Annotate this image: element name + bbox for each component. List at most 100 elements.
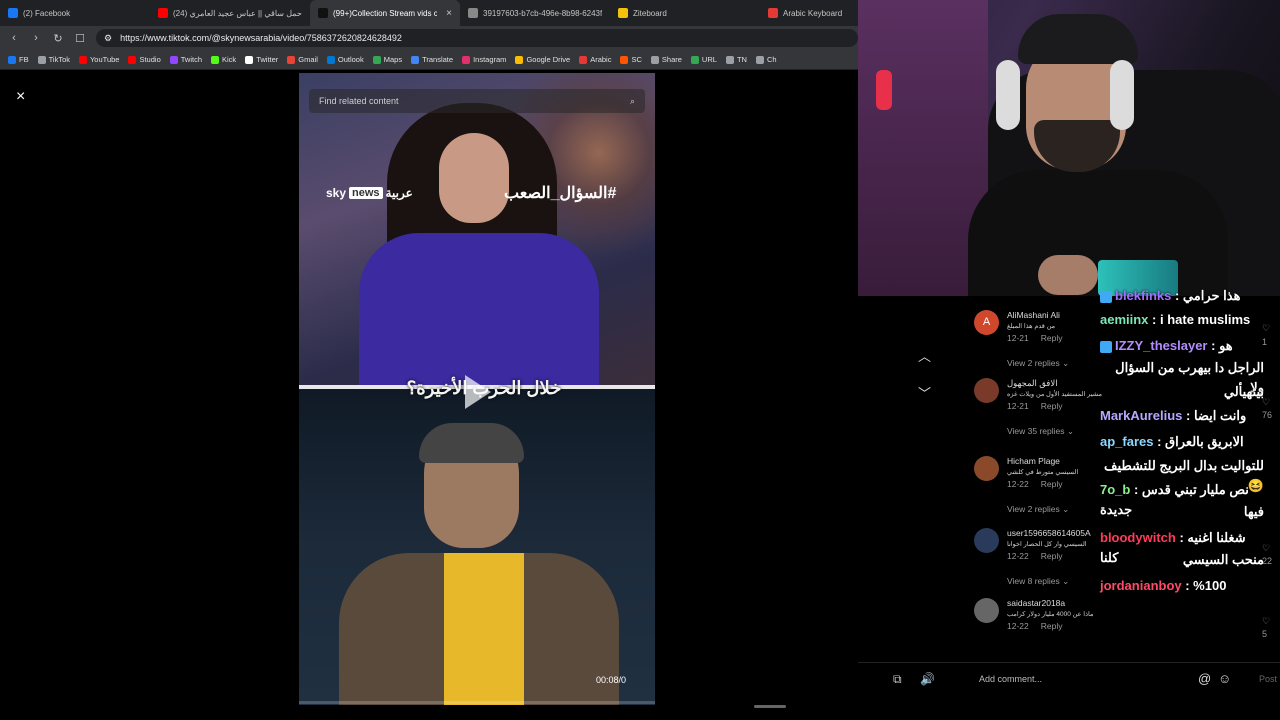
bookmark-label: Maps	[383, 55, 403, 64]
tab-favicon-icon	[768, 8, 778, 18]
comment-username[interactable]: user1596658614605A	[1007, 528, 1091, 538]
search-icon[interactable]: ⌕	[630, 96, 635, 107]
bookmark-13[interactable]: Arabic	[579, 55, 611, 64]
comment-username[interactable]: AliMashani Ali	[1007, 310, 1060, 320]
chat-username[interactable]: blekfinks	[1115, 288, 1171, 303]
emoji-icon[interactable]: ☺	[1218, 671, 1231, 686]
comment-username[interactable]: الافق المجهول	[1007, 378, 1058, 389]
guest-shirt	[444, 553, 524, 705]
comment-date: 12-22	[1007, 479, 1029, 489]
tab-2[interactable]: (99+)Collection Stream vids crea ×	[310, 0, 460, 26]
tab-4[interactable]: Ziteboard	[610, 0, 760, 26]
bookmark-5[interactable]: Kick	[211, 55, 236, 64]
view-replies-button[interactable]: View 35 replies ⌄	[1007, 426, 1074, 437]
comment-username[interactable]: saidastar2018a	[1007, 598, 1065, 608]
find-related-search[interactable]: Find related content ⌕	[309, 89, 645, 113]
bookmark-11[interactable]: Instagram	[462, 55, 506, 64]
chat-username[interactable]: IZZY_theslayer	[1115, 338, 1208, 353]
anchor-body	[359, 233, 599, 393]
volume-icon[interactable]: 🔊	[920, 672, 935, 686]
anchor-face	[439, 133, 509, 223]
site-info-icon[interactable]: ⚙	[104, 33, 112, 44]
bookmark-18[interactable]: Ch	[755, 55, 777, 64]
back-icon[interactable]: ‹	[8, 32, 20, 44]
mention-icon[interactable]: @	[1198, 671, 1211, 686]
url-field[interactable]: ⚙ https://www.tiktok.com/@skynewsarabia/…	[96, 29, 858, 47]
chat-username[interactable]: ap_fares	[1100, 434, 1153, 449]
reply-button[interactable]: Reply	[1041, 401, 1063, 411]
tab-1[interactable]: (24) احمل ساقي || عباس عجيد العامري	[150, 0, 310, 26]
avatar[interactable]	[974, 598, 999, 623]
chevron-down-icon[interactable]: ﹀	[918, 383, 931, 402]
tab-favicon-icon	[318, 8, 328, 18]
bookmark-favicon-icon	[326, 55, 335, 64]
tab-3[interactable]: 39197603-b7cb-496e-8b98-6243f6c	[460, 0, 610, 26]
tab-label: Arabic Keyboard	[783, 8, 843, 18]
bookmark-3[interactable]: Studio	[128, 55, 161, 64]
chat-username[interactable]: 7o_b	[1100, 482, 1130, 497]
like-icon[interactable]: ♡	[1262, 616, 1270, 627]
chat-message: MarkAurelius : وانت ايضا	[1100, 406, 1264, 426]
bookmark-label: Ch	[766, 55, 777, 64]
post-button[interactable]: Post	[1259, 674, 1277, 684]
comment-date: 12-22	[1007, 621, 1029, 631]
chevron-down-icon: ⌄	[1062, 358, 1070, 368]
avatar[interactable]: A	[974, 310, 999, 335]
chat-username[interactable]: MarkAurelius	[1100, 408, 1182, 423]
view-replies-button[interactable]: View 2 replies ⌄	[1007, 504, 1069, 515]
bookmark-7[interactable]: Gmail	[287, 55, 318, 64]
bookmark-12[interactable]: Google Drive	[515, 55, 570, 64]
reply-button[interactable]: Reply	[1041, 621, 1063, 631]
bookmark-8[interactable]: Outlook	[326, 55, 364, 64]
avatar[interactable]	[974, 378, 999, 403]
horizontal-scrollbar[interactable]	[754, 705, 786, 708]
play-icon[interactable]	[465, 375, 491, 409]
bookmark-2[interactable]: YouTube	[78, 55, 119, 64]
bookmark-favicon-icon	[725, 55, 734, 64]
bookmark-1[interactable]: TikTok	[37, 55, 70, 64]
comment-text: مشير المستفيد الأول من ويلات غزه	[1007, 391, 1102, 398]
webcam-red-light	[876, 70, 892, 110]
chat-username[interactable]: aemiinx	[1100, 312, 1148, 327]
bookmark-14[interactable]: SC	[620, 55, 642, 64]
bookmark-favicon-icon	[650, 55, 659, 64]
chat-message: منحب السيسي	[1100, 550, 1264, 570]
comment-username[interactable]: Hicham Plage	[1007, 456, 1060, 466]
bookmark-16[interactable]: URL	[690, 55, 717, 64]
avatar[interactable]	[974, 456, 999, 481]
video-progress-bar[interactable]	[299, 701, 655, 704]
bookmark-15[interactable]: Share	[650, 55, 682, 64]
bookmark-0[interactable]: FB	[8, 55, 29, 64]
view-replies-button[interactable]: View 2 replies ⌄	[1007, 358, 1069, 369]
reply-button[interactable]: Reply	[1041, 333, 1063, 343]
bookmark-17[interactable]: TN	[725, 55, 747, 64]
reply-button[interactable]: Reply	[1041, 551, 1063, 561]
chevron-down-icon: ⌄	[1062, 504, 1070, 514]
reply-button[interactable]: Reply	[1041, 479, 1063, 489]
video-player[interactable]: Find related content ⌕ sky news عربية #الس…	[299, 73, 655, 705]
webcam-headset-left	[996, 60, 1020, 130]
url-text: https://www.tiktok.com/@skynewsarabia/vi…	[120, 33, 402, 43]
chat-username[interactable]: bloodywitch	[1100, 530, 1176, 545]
add-comment-input[interactable]: Add comment...	[979, 674, 1042, 684]
reload-icon[interactable]: ↻	[52, 32, 64, 45]
copy-icon[interactable]: ⧉	[893, 672, 902, 687]
tab-5[interactable]: Arabic Keyboard	[760, 0, 858, 26]
tab-close-icon[interactable]: ×	[446, 8, 452, 19]
bookmark-6[interactable]: Twitter	[245, 55, 278, 64]
chevron-up-icon[interactable]: ︿	[918, 346, 931, 365]
bookmark-favicon-icon	[579, 55, 588, 64]
avatar[interactable]	[974, 528, 999, 553]
subscriber-badge-icon	[1100, 290, 1112, 303]
bookmark-icon[interactable]: ☐	[74, 32, 86, 45]
forward-icon[interactable]: ›	[30, 32, 42, 44]
bookmark-10[interactable]: Translate	[411, 55, 453, 64]
bookmark-4[interactable]: Twitch	[169, 55, 202, 64]
bookmark-9[interactable]: Maps	[372, 55, 403, 64]
chat-username[interactable]: jordanianboy	[1100, 578, 1182, 593]
close-icon[interactable]: ×	[16, 88, 25, 106]
tab-0[interactable]: (2) Facebook	[0, 0, 150, 26]
bookmark-favicon-icon	[8, 55, 16, 64]
view-replies-button[interactable]: View 8 replies ⌄	[1007, 576, 1069, 587]
chat-text: فيها	[1243, 504, 1264, 519]
